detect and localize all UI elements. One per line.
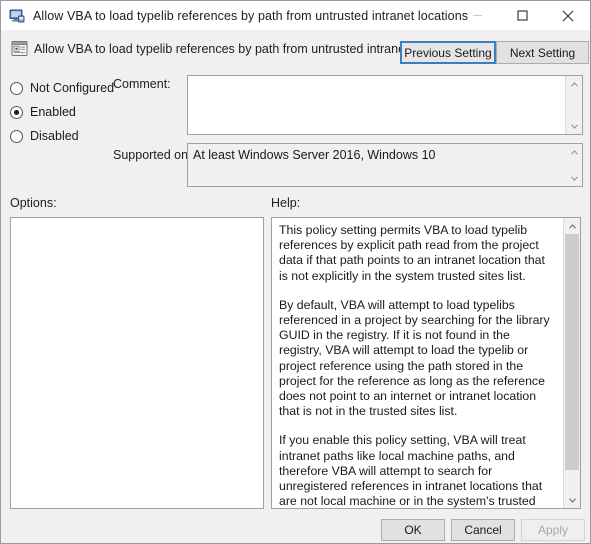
radio-disabled[interactable]: Disabled (10, 127, 79, 145)
ok-button[interactable]: OK (381, 519, 445, 541)
help-content: This policy setting permits VBA to load … (272, 218, 563, 508)
policy-setting-icon (11, 40, 28, 57)
maximize-icon[interactable] (500, 1, 545, 30)
next-setting-button[interactable]: Next Setting (496, 41, 589, 64)
help-paragraph: If you enable this policy setting, VBA w… (279, 433, 543, 508)
apply-button: Apply (521, 519, 585, 541)
supported-on-field[interactable]: At least Windows Server 2016, Windows 10 (187, 143, 583, 187)
scroll-down-icon[interactable] (566, 170, 582, 186)
window-controls (455, 1, 590, 30)
radio-label-enabled: Enabled (30, 105, 76, 119)
radio-indicator-enabled (10, 105, 23, 119)
supported-on-scrollbar[interactable] (566, 144, 582, 186)
supported-on-label: Supported on: (113, 148, 192, 162)
window-title: Allow VBA to load typelib references by … (33, 8, 469, 23)
minimize-icon[interactable] (455, 1, 500, 30)
previous-setting-button[interactable]: Previous Setting (400, 41, 496, 64)
comment-scroll-track[interactable] (566, 92, 582, 118)
supported-on-value: At least Windows Server 2016, Windows 10 (193, 148, 436, 162)
comment-scrollbar[interactable] (565, 76, 582, 134)
policy-computer-icon (9, 8, 25, 24)
options-label: Options: (10, 196, 57, 210)
radio-label-not-configured: Not Configured (30, 81, 115, 95)
radio-indicator-not-configured (10, 81, 23, 95)
radio-indicator-disabled (10, 129, 23, 143)
title-bar: Allow VBA to load typelib references by … (1, 1, 590, 31)
scroll-down-icon[interactable] (564, 492, 580, 508)
help-scrollbar[interactable] (563, 218, 580, 508)
scroll-up-icon[interactable] (566, 76, 582, 92)
close-icon[interactable] (545, 1, 590, 30)
help-label: Help: (271, 196, 301, 210)
comment-input[interactable] (187, 75, 583, 135)
comment-label: Comment: (113, 77, 171, 91)
help-paragraph: This policy setting permits VBA to load … (279, 223, 545, 283)
group-policy-setting-dialog: Allow VBA to load typelib references by … (0, 0, 591, 544)
comment-value (188, 76, 565, 134)
options-content (11, 218, 263, 508)
radio-label-disabled: Disabled (30, 129, 79, 143)
help-scroll-thumb[interactable] (565, 234, 579, 470)
cancel-button[interactable]: Cancel (451, 519, 515, 541)
help-scroll-track[interactable] (564, 234, 580, 492)
setting-name: Allow VBA to load typelib references by … (34, 42, 462, 56)
help-panel: This policy setting permits VBA to load … (271, 217, 581, 509)
scroll-down-icon[interactable] (566, 118, 582, 134)
radio-enabled[interactable]: Enabled (10, 103, 76, 121)
scroll-up-icon[interactable] (566, 144, 582, 160)
scroll-up-icon[interactable] (564, 218, 580, 234)
help-paragraph: By default, VBA will attempt to load typ… (279, 297, 550, 419)
radio-not-configured[interactable]: Not Configured (10, 79, 114, 97)
supported-on-scroll-track[interactable] (566, 160, 582, 170)
options-panel[interactable] (10, 217, 264, 509)
